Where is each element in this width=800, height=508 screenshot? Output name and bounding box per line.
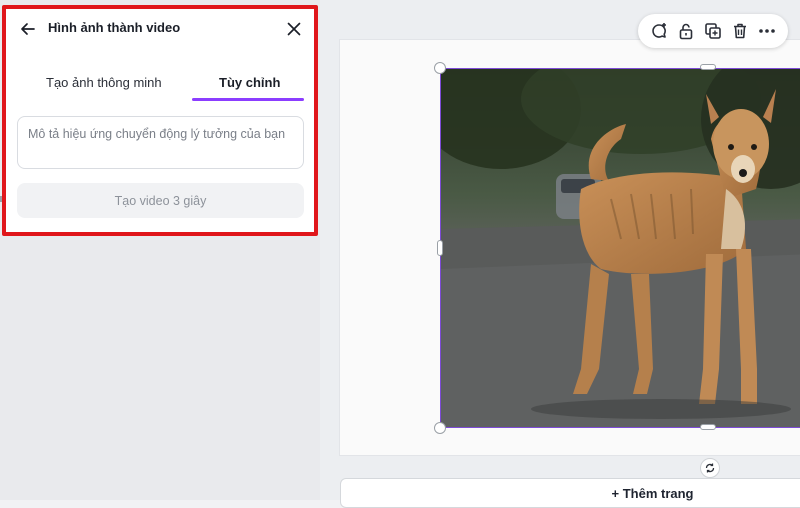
duplicate-icon[interactable] bbox=[702, 20, 724, 42]
selected-image[interactable] bbox=[440, 68, 800, 428]
more-icon[interactable] bbox=[756, 20, 778, 42]
trash-icon[interactable] bbox=[729, 20, 751, 42]
dog-photo bbox=[441, 69, 800, 427]
resize-handle-bottom-left[interactable] bbox=[434, 422, 446, 434]
rotate-button[interactable] bbox=[700, 458, 720, 478]
add-page-button[interactable]: + Thêm trang bbox=[340, 478, 800, 508]
comment-add-icon[interactable] bbox=[648, 20, 670, 42]
highlight-box bbox=[2, 5, 318, 236]
lock-icon[interactable] bbox=[675, 20, 697, 42]
add-page-label: + Thêm trang bbox=[611, 486, 694, 501]
rotate-icon bbox=[705, 463, 715, 473]
resize-handle-top[interactable] bbox=[700, 64, 716, 70]
element-toolbar bbox=[638, 14, 788, 48]
resize-handle-bottom[interactable] bbox=[700, 424, 716, 430]
resize-handle-left[interactable] bbox=[437, 240, 443, 256]
resize-handle-top-left[interactable] bbox=[434, 62, 446, 74]
